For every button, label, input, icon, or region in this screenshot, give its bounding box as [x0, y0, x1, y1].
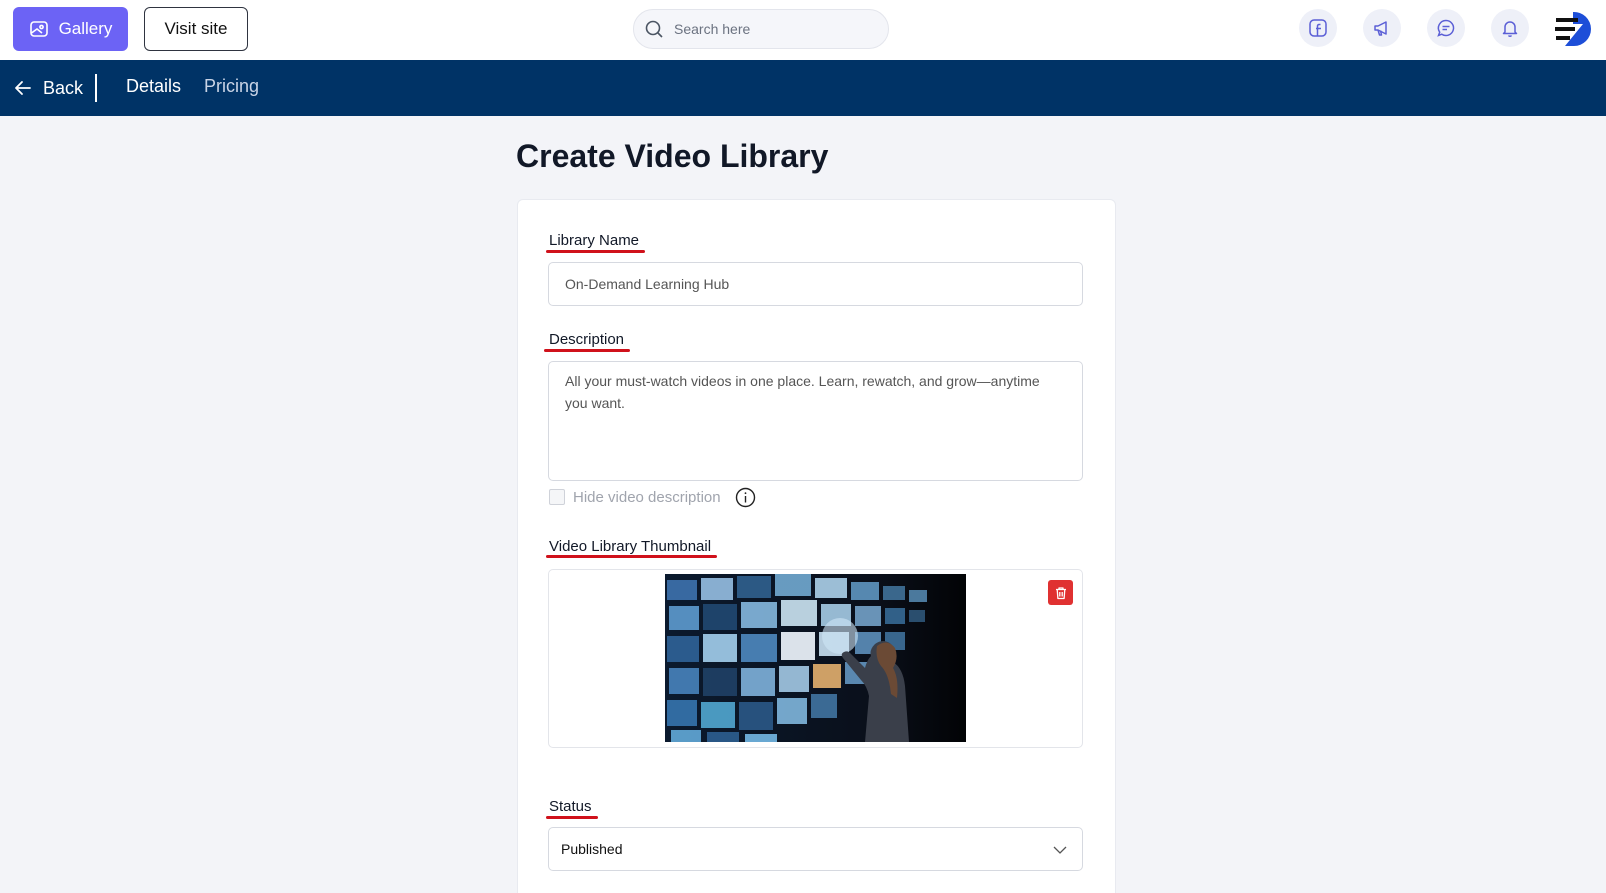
status-selected-value: Published [561, 841, 623, 857]
annotation-underline [544, 349, 630, 352]
annotation-underline [546, 250, 645, 253]
thumbnail-label: Video Library Thumbnail [549, 538, 712, 555]
gallery-button-label: Gallery [58, 19, 113, 38]
page-title: Create Video Library [516, 138, 829, 174]
nav-divider [95, 74, 97, 102]
notifications-button[interactable] [1491, 9, 1529, 47]
hide-description-label: Hide video description [573, 488, 721, 506]
tab-pricing[interactable]: Pricing [204, 76, 259, 97]
arrow-left-icon [15, 81, 31, 95]
chevron-down-icon [1053, 846, 1067, 854]
back-label: Back [43, 77, 84, 98]
facebook-icon [1309, 19, 1327, 37]
trash-icon [1055, 586, 1066, 599]
delete-thumbnail-button[interactable] [1048, 580, 1073, 605]
visit-site-label: Visit site [164, 19, 228, 38]
status-select[interactable]: Published [548, 827, 1083, 871]
avatar-logo-icon [1554, 9, 1594, 49]
sub-navigation-bar: Back Details Pricing [0, 60, 1606, 116]
gallery-icon [29, 21, 48, 37]
messages-button[interactable] [1427, 9, 1465, 47]
back-button[interactable]: Back [13, 74, 83, 102]
facebook-button[interactable] [1299, 9, 1337, 47]
megaphone-icon [1374, 21, 1387, 36]
hide-description-checkbox[interactable] [549, 489, 565, 505]
avatar[interactable] [1553, 8, 1595, 50]
chat-icon [1437, 19, 1455, 37]
library-name-label: Library Name [549, 232, 640, 249]
video-wall-image [665, 574, 966, 742]
library-name-input[interactable] [548, 262, 1083, 306]
annotation-underline [546, 816, 598, 819]
announcements-button[interactable] [1363, 9, 1401, 47]
search-input[interactable] [674, 21, 864, 37]
top-bar: Gallery Visit site [0, 0, 1606, 60]
annotation-underline [546, 555, 717, 558]
info-icon[interactable] [735, 487, 756, 508]
description-textarea[interactable]: All your must-watch videos in one place.… [548, 361, 1083, 481]
hide-description-row: Hide video description [549, 487, 756, 507]
thumbnail-image [665, 574, 966, 742]
tab-details[interactable]: Details [126, 76, 181, 97]
search-icon [645, 20, 663, 38]
bell-icon [1502, 21, 1518, 38]
visit-site-button[interactable]: Visit site [144, 7, 248, 51]
search-box[interactable] [633, 9, 889, 49]
status-label: Status [549, 798, 592, 815]
gallery-button[interactable]: Gallery [13, 7, 128, 51]
description-label: Description [549, 331, 625, 348]
